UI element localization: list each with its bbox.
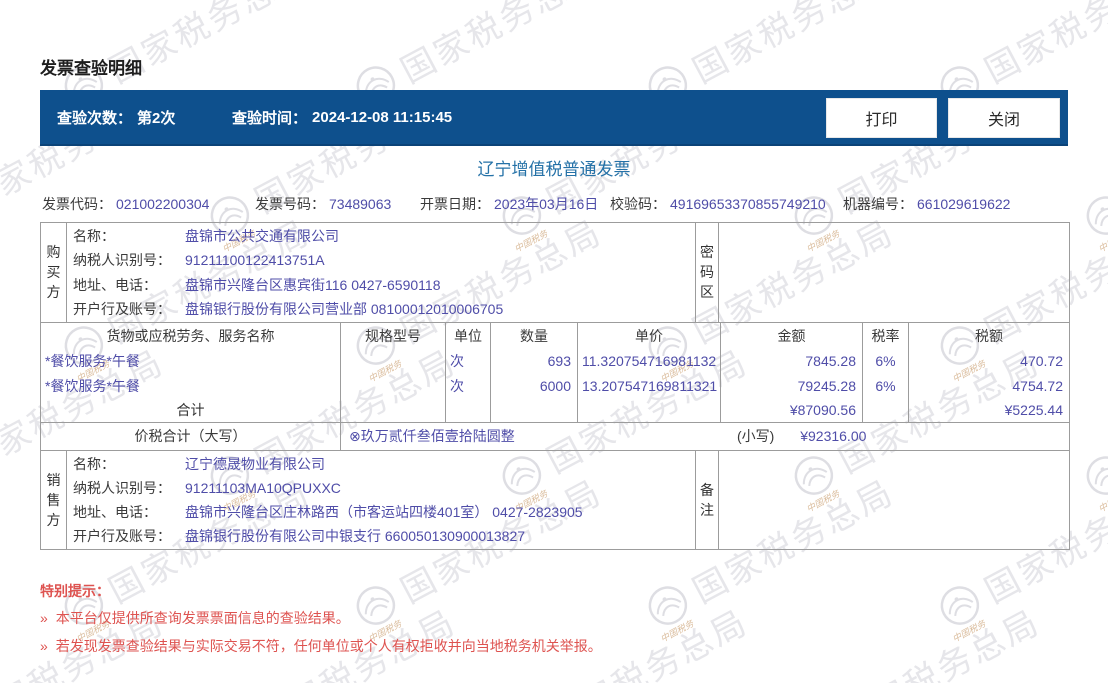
seller-address-row: 地址、电话： 盘锦市兴隆台区庄林路西（市客运站四楼401室） 0427-2823… [73,504,583,520]
item-amount: 7845.28 [805,353,856,369]
notice-item: » 若发现发票查验结果与实际交易不符，任何单位或个人有权拒收并向当地税务机关举报。 [40,638,602,654]
check-count-value: 第2次 [137,109,176,127]
item-price: 11.320754716981132 [582,353,717,369]
item-tax-rate: 6% [875,378,896,394]
buyer-section: 购 买 方 名称： 盘锦市公共交通有限公司 纳税人识别号： 9121110012… [41,223,1069,323]
invoice-code-row: 发票代码： 021002200304 发票号码： 73489063 开票日期： 202… [40,194,1070,214]
col-quantity: 数量 693 6000 [491,323,578,422]
item-tax-rate: 6% [875,353,896,369]
check-code: 校验码： 49169653370855749210 [610,196,826,212]
seller-side-label: 销 售 方 [41,451,67,549]
amount-in-words: ⊗玖万贰仟叁佰壹拾陆圆整 [349,428,515,444]
remark-label: 备 注 [696,451,719,549]
invoice-date: 开票日期： 2023年03月16日 [420,196,599,212]
item-quantity: 693 [547,353,571,369]
invoice-body: 购 买 方 名称： 盘锦市公共交通有限公司 纳税人识别号： 9121110012… [40,222,1070,550]
password-area-label: 密 码 区 [696,223,719,322]
page-title: 发票查验明细 [40,59,142,78]
item-amount: 79245.28 [797,378,856,394]
invoice-number: 发票号码： 73489063 [255,196,392,212]
item-name: *餐饮服务*午餐 [45,353,140,369]
check-count-label: 查验次数： [57,109,133,127]
check-time-value: 2024-12-08 11:15:45 [312,108,453,126]
grand-total-row: 价税合计（大写） ⊗玖万贰仟叁佰壹拾陆圆整 (小写) ¥92316.00 [41,423,1069,451]
verification-toolbar: 查验次数： 第2次 查验时间： 2024-12-08 11:15:45 打印 关… [40,90,1068,146]
buyer-bank-row: 开户行及账号： 盘锦银行股份有限公司营业部 08100012010006705 [73,300,504,317]
item-name: *餐饮服务*午餐 [45,378,140,394]
seller-section: 销 售 方 名称： 辽宁德晟物业有限公司 纳税人识别号： 91211103MA1… [41,451,1069,549]
buyer-side-label: 购 买 方 [41,223,67,322]
check-time-label: 查验时间： [232,109,308,127]
notice-item: » 本平台仅提供所查询发票票面信息的查验结果。 [40,610,350,626]
buyer-name-row: 名称： 盘锦市公共交通有限公司 [73,228,339,245]
item-quantity: 6000 [539,378,571,394]
total-label: 合计 [176,402,205,418]
grand-total-label: 价税合计（大写） [41,423,341,450]
item-spec [341,349,445,374]
seller-taxid-row: 纳税人识别号： 91211103MA10QPUXXC [73,480,341,496]
total-amount: ¥87090.56 [789,402,856,418]
col-item-name: 货物或应税劳务、服务名称 *餐饮服务*午餐 *餐饮服务*午餐 合计 [41,323,341,422]
total-tax: ¥5225.44 [1004,402,1063,418]
notice-bullet: » [40,610,48,626]
machine-number: 机器编号： 661029619622 [843,196,1011,212]
seller-name-row: 名称： 辽宁德晟物业有限公司 [73,456,325,472]
amount-in-figures: (小写) ¥92316.00 [737,428,867,444]
item-tax: 470.72 [1020,353,1063,369]
item-unit: 次 [450,353,464,369]
invoice-code: 发票代码： 021002200304 [42,196,210,212]
item-tax: 4754.72 [1012,378,1063,394]
check-count: 查验次数： 第2次 [57,90,175,144]
password-area-content [719,223,1069,322]
remark-content [719,451,1069,549]
seller-fields: 名称： 辽宁德晟物业有限公司 纳税人识别号： 91211103MA10QPUXX… [67,451,696,549]
col-tax-rate: 税率 6% 6% [863,323,909,422]
check-time: 查验时间： 2024-12-08 11:15:45 [232,90,452,144]
buyer-taxid-row: 纳税人识别号： 91211100122413751A [73,252,325,269]
col-spec: 规格型号 [341,323,446,422]
col-unit: 单位 次 次 [446,323,491,422]
invoice-title: 辽宁增值税普通发票 [477,160,631,179]
notice-title: 特别提示： [40,583,110,599]
buyer-address-row: 地址、电话： 盘锦市兴隆台区惠宾街116 0427-6590118 [73,276,441,293]
buyer-fields: 名称： 盘锦市公共交通有限公司 纳税人识别号： 9121110012241375… [67,223,696,322]
item-spec [341,374,445,399]
item-price: 13.207547169811321 [582,378,718,394]
item-unit: 次 [450,378,464,394]
grand-total-content: ⊗玖万贰仟叁佰壹拾陆圆整 (小写) ¥92316.00 [341,423,1069,450]
seller-bank-row: 开户行及账号： 盘锦银行股份有限公司中银支行 66005013090001382… [73,528,526,544]
items-table: 货物或应税劳务、服务名称 *餐饮服务*午餐 *餐饮服务*午餐 合计 规格型号 单… [41,323,1069,423]
col-unit-price: 单价 11.320754716981132 13.207547169811321 [578,323,721,422]
notice-bullet: » [40,638,48,654]
col-amount: 金额 7845.28 79245.28 ¥87090.56 [721,323,863,422]
close-button[interactable]: 关闭 [948,98,1060,138]
print-button[interactable]: 打印 [826,98,937,138]
col-tax-amount: 税额 470.72 4754.72 ¥5225.44 [909,323,1069,422]
